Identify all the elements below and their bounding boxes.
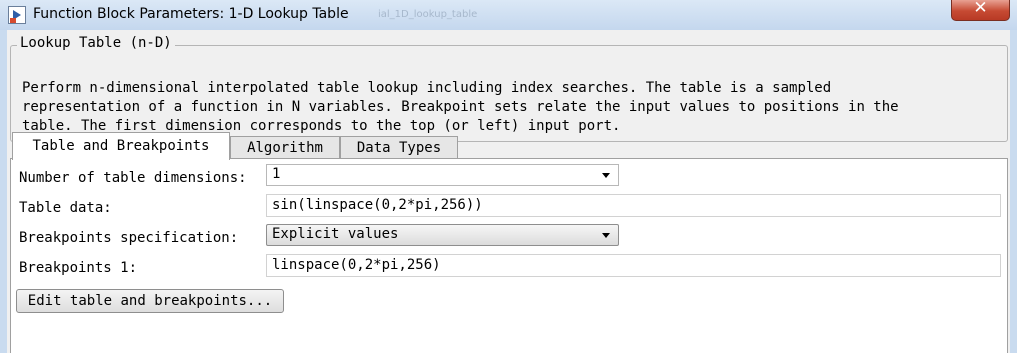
bp-spec-dropdown[interactable]: Explicit values	[266, 224, 619, 246]
breakpoints-1-field[interactable]: linspace(0,2*pi,256)	[266, 254, 1001, 277]
dialog-body: Perform n-dimensional interpolated table…	[7, 30, 1010, 353]
num-dims-label: Number of table dimensions:	[19, 170, 247, 186]
window-title: Function Block Parameters: 1-D Lookup Ta…	[33, 6, 349, 22]
chevron-down-icon	[602, 233, 610, 238]
group-title: Lookup Table (n-D)	[17, 35, 175, 51]
table-data-value: sin(linspace(0,2*pi,256))	[272, 197, 483, 213]
edit-table-button[interactable]: Edit table and breakpoints...	[16, 289, 284, 313]
table-data-field[interactable]: sin(linspace(0,2*pi,256))	[266, 194, 1001, 217]
tab-algorithm[interactable]: Algorithm	[230, 136, 340, 159]
background-window-title: ial_1D_lookup_table	[378, 9, 478, 20]
num-dims-dropdown[interactable]: 1	[266, 164, 619, 186]
breakpoints-1-value: linspace(0,2*pi,256)	[272, 257, 441, 273]
block-description: Perform n-dimensional interpolated table…	[22, 79, 899, 136]
block-description-group: Perform n-dimensional interpolated table…	[10, 45, 1008, 142]
title-bar[interactable]: Function Block Parameters: 1-D Lookup Ta…	[0, 0, 1017, 30]
table-data-label: Table data:	[19, 200, 112, 216]
bp-spec-value: Explicit values	[272, 226, 399, 242]
tab-data-types[interactable]: Data Types	[340, 136, 458, 159]
chevron-down-icon	[602, 173, 610, 178]
description-line: representation of a function in N variab…	[22, 99, 899, 115]
bp-spec-label: Breakpoints specification:	[19, 230, 239, 246]
num-dims-value: 1	[272, 166, 281, 182]
tab-panel: Number of table dimensions: 1 Table data…	[10, 158, 1008, 353]
breakpoints-1-label: Breakpoints 1:	[19, 260, 138, 276]
close-button[interactable]: ✕	[951, 0, 1010, 21]
tab-table-and-breakpoints[interactable]: Table and Breakpoints	[12, 132, 230, 160]
description-line: Perform n-dimensional interpolated table…	[22, 80, 832, 96]
close-icon: ✕	[973, 0, 988, 18]
simulink-block-icon	[8, 6, 26, 24]
